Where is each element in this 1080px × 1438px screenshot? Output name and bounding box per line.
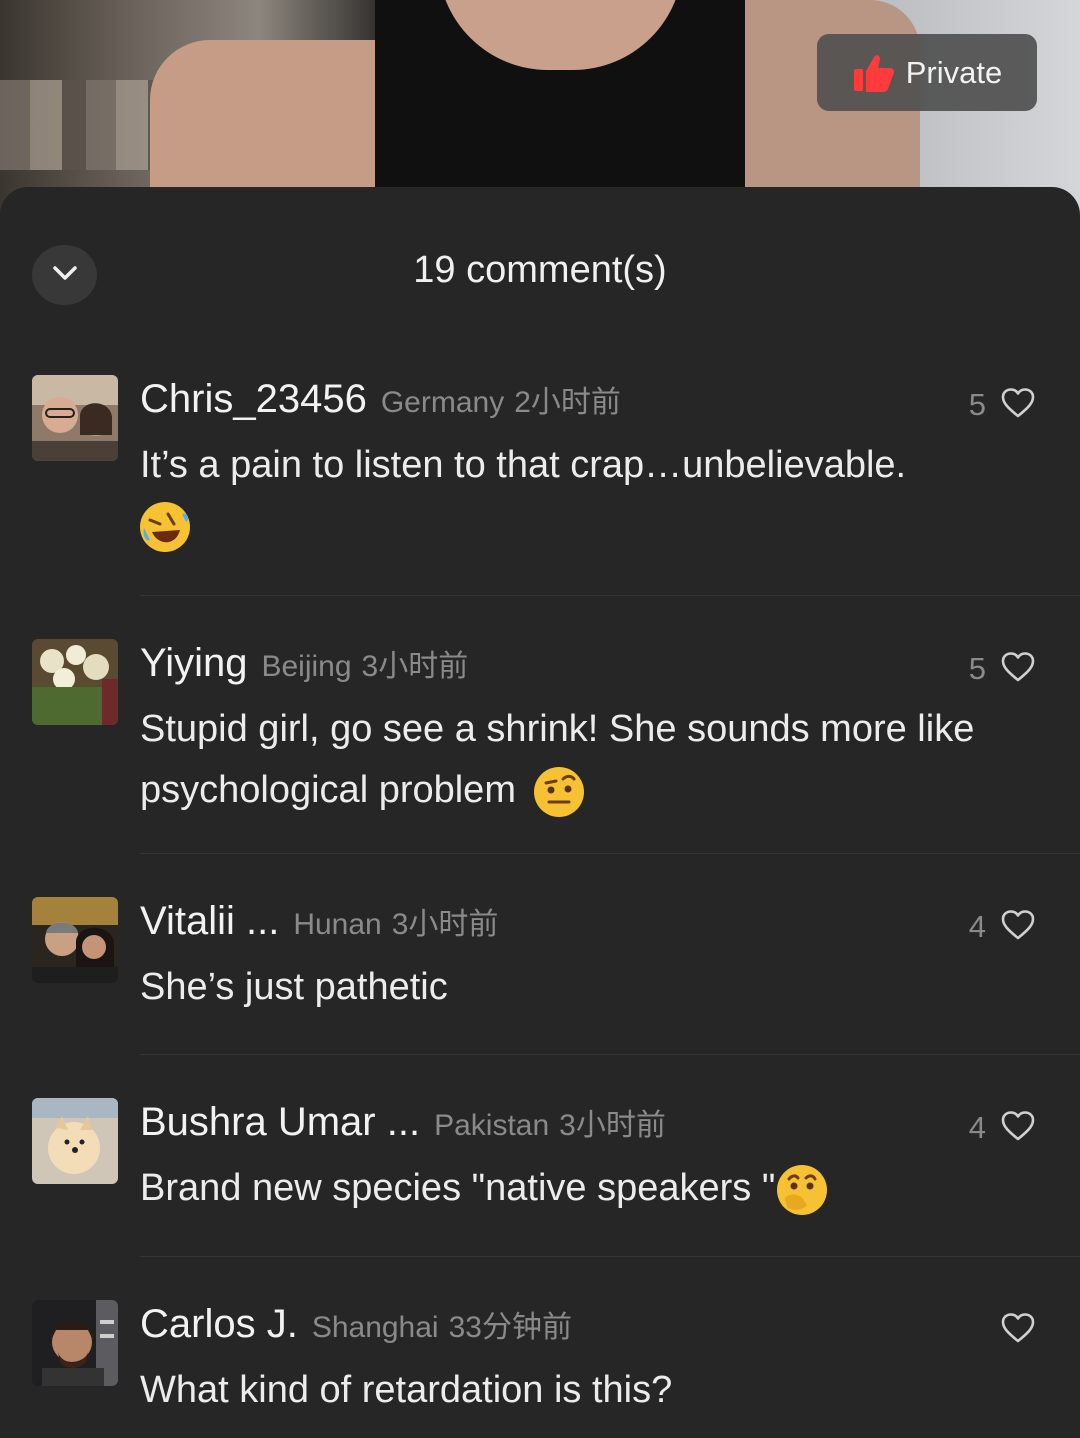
comment-text-content: Brand new species "native speakers " [140, 1167, 776, 1209]
heart-icon [1000, 651, 1036, 687]
comment-text[interactable]: What kind of retardation is this? [140, 1360, 1020, 1421]
comment-text[interactable]: It’s a pain to listen to that crap…unbel… [140, 435, 1020, 552]
rolling-laughing-emoji [140, 502, 190, 552]
like-button[interactable]: 4 [969, 1110, 1036, 1146]
comment-username[interactable]: Yiying [140, 641, 247, 686]
private-button[interactable]: Private [817, 34, 1037, 111]
like-count: 4 [968, 909, 986, 944]
comments-count-title: 19 comment(s) [413, 249, 667, 291]
video-player[interactable]: Private [0, 0, 1080, 215]
avatar[interactable] [32, 897, 118, 983]
comment-item: Chris_23456 Germany 2小时前 It’s a pain to … [0, 375, 1080, 595]
raised-eyebrow-emoji [533, 766, 584, 817]
comment-time: 2小时前 [514, 386, 621, 419]
comment-username[interactable]: Vitalii ... [140, 899, 279, 944]
comment-time: 3小时前 [361, 650, 469, 683]
comment-location: Beijing [261, 650, 352, 683]
avatar[interactable] [32, 639, 118, 725]
thumbs-up-icon [852, 53, 896, 93]
comments-sheet: 19 comment(s) Chris_23456 Germany 2小时前 I… [0, 187, 1080, 1438]
like-count: 5 [968, 387, 986, 422]
comment-divider [140, 595, 1080, 596]
comment-text[interactable]: She’s just pathetic [140, 957, 1020, 1018]
heart-icon [1000, 387, 1036, 423]
avatar[interactable] [32, 375, 118, 461]
comment-list: Chris_23456 Germany 2小时前 It’s a pain to … [0, 375, 1080, 1430]
comment-location: Germany [380, 386, 505, 419]
comment-username[interactable]: Carlos J. [140, 1302, 298, 1347]
like-button[interactable]: 4 [969, 909, 1036, 945]
comment-item: Bushra Umar ... Pakistan 3小时前 Brand new … [0, 1098, 1080, 1256]
comment-time: 3小时前 [559, 1109, 666, 1142]
like-button[interactable]: 5 [969, 387, 1036, 423]
comment-text[interactable]: Brand new species "native speakers " [140, 1158, 1020, 1219]
comment-divider [140, 853, 1080, 854]
comment-username[interactable]: Chris_23456 [140, 377, 367, 422]
comment-divider [140, 1256, 1080, 1257]
thinking-face-emoji [777, 1164, 828, 1215]
comment-time: 3小时前 [391, 908, 499, 941]
comment-item: Carlos J. Shanghai 33分钟前 What kind of re… [0, 1300, 1080, 1430]
comment-location: Hunan [293, 908, 382, 941]
like-count: 5 [968, 651, 986, 686]
like-button[interactable] [986, 1312, 1036, 1348]
comment-time: 33分钟前 [448, 1311, 572, 1344]
comment-divider [140, 1054, 1080, 1055]
comment-text[interactable]: Stupid girl, go see a shrink! She sounds… [140, 699, 1020, 821]
like-count: 4 [968, 1110, 986, 1145]
comment-text-content: It’s a pain to listen to that crap…unbel… [140, 444, 907, 486]
like-button[interactable]: 5 [969, 651, 1036, 687]
comment-item: Vitalii ... Hunan 3小时前 She’s just pathet… [0, 897, 1080, 1054]
avatar[interactable] [32, 1098, 118, 1184]
heart-icon [1000, 909, 1036, 945]
comment-location: Shanghai [311, 1311, 439, 1344]
comment-location: Pakistan [434, 1109, 550, 1142]
heart-icon [1000, 1312, 1036, 1348]
heart-icon [1000, 1110, 1036, 1146]
comment-username[interactable]: Bushra Umar ... [140, 1100, 420, 1145]
comment-item: Yiying Beijing 3小时前 Stupid girl, go see … [0, 639, 1080, 853]
private-label: Private [905, 54, 1003, 90]
avatar[interactable] [32, 1300, 118, 1386]
